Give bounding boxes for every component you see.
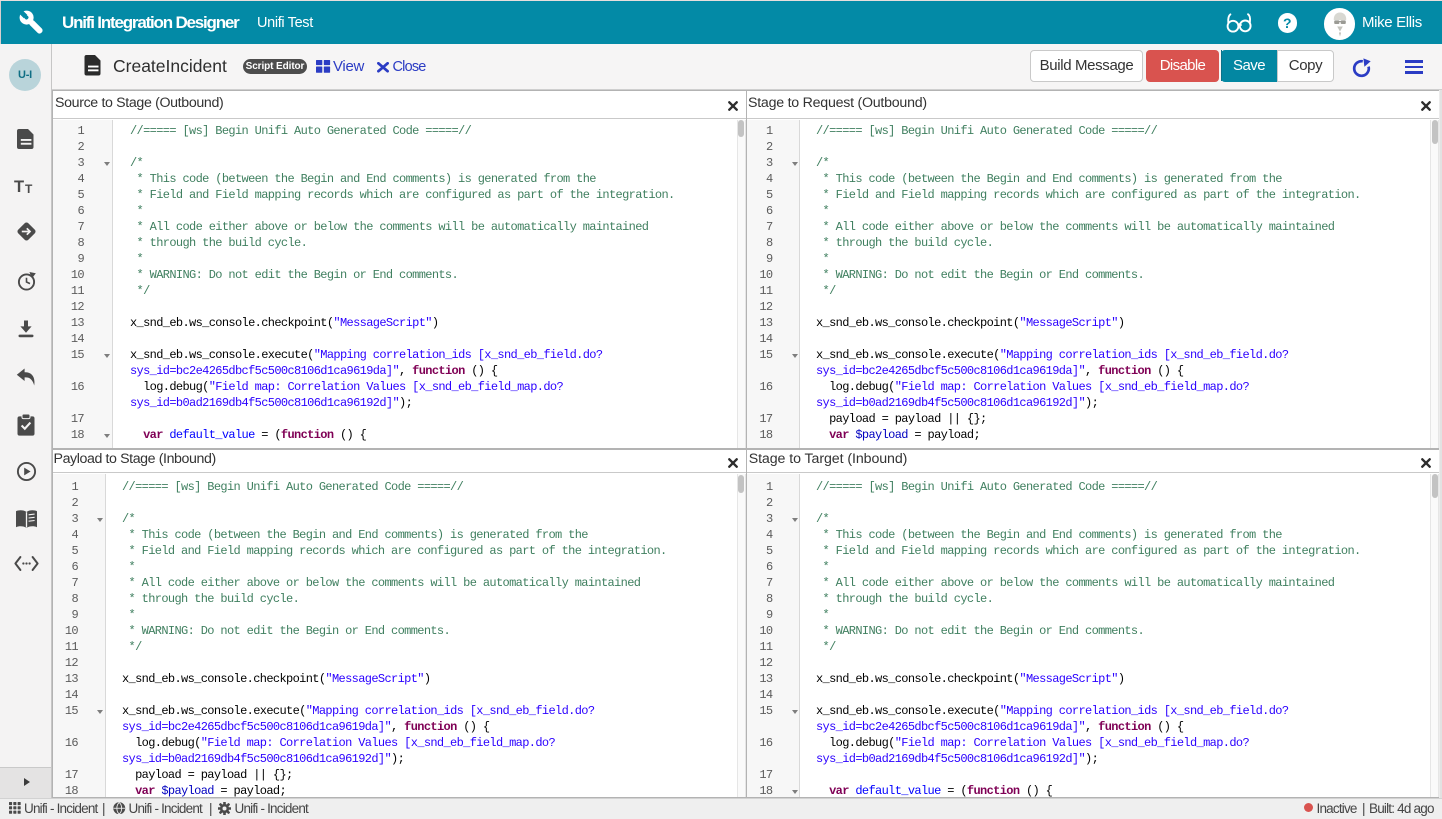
svg-text:T: T	[14, 178, 24, 195]
svg-text:T: T	[25, 182, 33, 195]
